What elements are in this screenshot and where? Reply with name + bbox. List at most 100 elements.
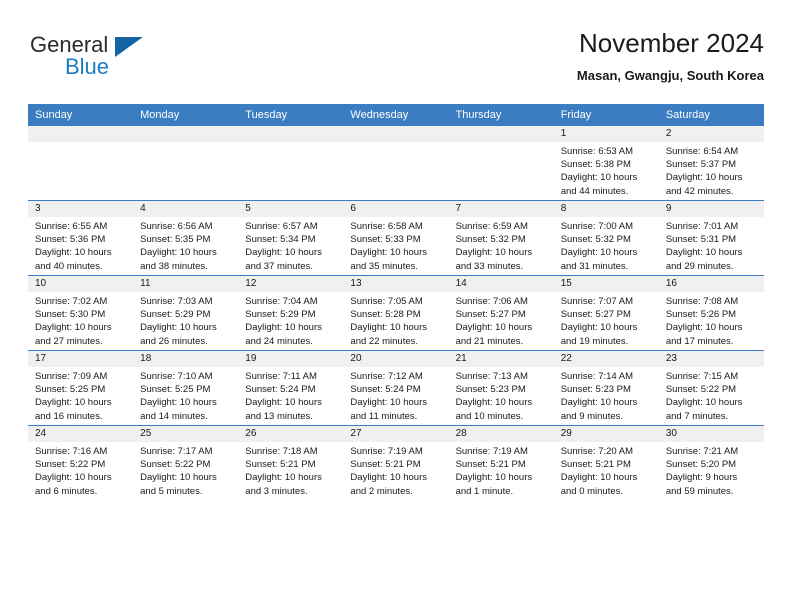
- day-details: Sunrise: 6:54 AM Sunset: 5:37 PM Daylight:…: [659, 142, 764, 198]
- daylight-text: and 40 minutes.: [35, 260, 103, 272]
- sunset-text: Sunset: 5:25 PM: [35, 384, 106, 396]
- daylight-text: Daylight: 10 hours: [560, 172, 638, 184]
- calendar-week-row: 17 Sunrise: 7:09 AM Sunset: 5:25 PM Dayligh…: [28, 350, 764, 426]
- sunset-text: Sunset: 5:27 PM: [560, 309, 631, 321]
- sunset-text: Sunset: 5:24 PM: [350, 384, 421, 396]
- day-number-band: 29: [553, 426, 659, 442]
- calendar-day-cell[interactable]: 30 Sunrise: 7:21 AM Sunset: 5:20 PM Dayligh…: [658, 425, 764, 500]
- calendar-day-cell[interactable]: 9 Sunrise: 7:01 AM Sunset: 5:31 PM Daylight…: [658, 200, 764, 276]
- calendar-day-cell[interactable]: 25 Sunrise: 7:17 AM Sunset: 5:22 PM Dayligh…: [133, 425, 239, 500]
- daylight-text: Daylight: 10 hours: [35, 247, 112, 259]
- day-details: Sunrise: 6:56 AM Sunset: 5:35 PM Daylight:…: [133, 217, 238, 273]
- day-number-band: 8: [553, 201, 659, 217]
- sunset-text: Sunset: 5:36 PM: [35, 234, 106, 246]
- day-number-band: 21: [448, 351, 554, 367]
- daylight-text: Daylight: 10 hours: [350, 472, 427, 484]
- calendar-day-cell[interactable]: 23 Sunrise: 7:15 AM Sunset: 5:22 PM Dayligh…: [658, 350, 764, 426]
- day-details: Sunrise: 7:10 AM Sunset: 5:25 PM Daylight:…: [133, 367, 238, 423]
- sunset-text: Sunset: 5:24 PM: [245, 384, 316, 396]
- calendar-day-cell[interactable]: 3 Sunrise: 6:55 AM Sunset: 5:36 PM Daylight…: [28, 200, 134, 276]
- daylight-text: and 35 minutes.: [350, 260, 419, 272]
- generalblue-logo[interactable]: General Blue: [30, 34, 200, 90]
- day-number-band: 10: [28, 276, 134, 292]
- calendar-day-cell[interactable]: 6 Sunrise: 6:58 AM Sunset: 5:33 PM Daylight…: [343, 200, 449, 276]
- sunset-text: Sunset: 5:23 PM: [560, 384, 631, 396]
- sunrise-text: Sunrise: 7:07 AM: [560, 296, 634, 307]
- weekday-header-wednesday: Wednesday: [343, 104, 449, 126]
- day-number-band: [238, 126, 344, 142]
- calendar-day-cell[interactable]: 15 Sunrise: 7:07 AM Sunset: 5:27 PM Dayligh…: [553, 275, 659, 351]
- daylight-text: and 6 minutes.: [35, 485, 98, 497]
- day-number: 25: [140, 428, 152, 439]
- daylight-text: and 17 minutes.: [665, 335, 734, 347]
- daylight-text: and 9 minutes.: [560, 410, 624, 422]
- calendar-day-cell[interactable]: 20 Sunrise: 7:12 AM Sunset: 5:24 PM Dayligh…: [343, 350, 449, 426]
- sunrise-text: Sunrise: 7:04 AM: [245, 296, 318, 307]
- calendar-day-cell[interactable]: 21 Sunrise: 7:13 AM Sunset: 5:23 PM Dayligh…: [448, 350, 554, 426]
- calendar-day-cell[interactable]: 4 Sunrise: 6:56 AM Sunset: 5:35 PM Daylight…: [133, 200, 239, 276]
- sunrise-text: Sunrise: 6:58 AM: [350, 221, 423, 232]
- sunrise-text: Sunrise: 6:59 AM: [455, 221, 528, 232]
- calendar-day-cell[interactable]: 8 Sunrise: 7:00 AM Sunset: 5:32 PM Daylight…: [553, 200, 659, 276]
- sunrise-text: Sunrise: 6:56 AM: [140, 221, 213, 232]
- day-number-band: 14: [448, 276, 554, 292]
- calendar-day-cell[interactable]: 14 Sunrise: 7:06 AM Sunset: 5:27 PM Dayligh…: [448, 275, 554, 351]
- daylight-text: and 11 minutes.: [350, 410, 418, 422]
- calendar-day-cell[interactable]: 27 Sunrise: 7:19 AM Sunset: 5:21 PM Dayligh…: [343, 425, 449, 500]
- sunset-text: Sunset: 5:33 PM: [350, 234, 421, 246]
- calendar-day-cell[interactable]: 19 Sunrise: 7:11 AM Sunset: 5:24 PM Dayligh…: [238, 350, 344, 426]
- day-number: 1: [560, 128, 567, 139]
- calendar-day-cell[interactable]: 28 Sunrise: 7:19 AM Sunset: 5:21 PM Dayligh…: [448, 425, 554, 500]
- sunset-text: Sunset: 5:32 PM: [455, 234, 526, 246]
- day-number: 21: [455, 353, 467, 364]
- sunrise-text: Sunrise: 7:18 AM: [245, 446, 318, 457]
- calendar-day-cell[interactable]: 26 Sunrise: 7:18 AM Sunset: 5:21 PM Dayligh…: [238, 425, 344, 500]
- location-subtitle: Masan, Gwangju, South Korea: [576, 68, 764, 83]
- calendar-day-cell[interactable]: 18 Sunrise: 7:10 AM Sunset: 5:25 PM Dayligh…: [133, 350, 239, 426]
- day-number: 24: [35, 428, 47, 439]
- calendar-week-row: 24 Sunrise: 7:16 AM Sunset: 5:22 PM Dayligh…: [28, 425, 764, 500]
- day-details: Sunrise: 7:05 AM Sunset: 5:28 PM Daylight:…: [343, 292, 448, 348]
- sunset-text: Sunset: 5:22 PM: [35, 459, 106, 471]
- calendar-day-cell[interactable]: 7 Sunrise: 6:59 AM Sunset: 5:32 PM Daylight…: [448, 200, 554, 276]
- day-number: 27: [350, 428, 362, 439]
- day-details: Sunrise: 7:06 AM Sunset: 5:27 PM Daylight:…: [449, 292, 554, 348]
- daylight-text: and 24 minutes.: [245, 335, 313, 347]
- calendar-day-cell[interactable]: 17 Sunrise: 7:09 AM Sunset: 5:25 PM Dayligh…: [28, 350, 134, 426]
- sunset-text: Sunset: 5:28 PM: [350, 309, 421, 321]
- calendar-day-cell[interactable]: 12 Sunrise: 7:04 AM Sunset: 5:29 PM Dayligh…: [238, 275, 344, 351]
- calendar-day-cell[interactable]: 1 Sunrise: 6:53 AM Sunset: 5:38 PM Daylight…: [553, 126, 659, 201]
- sunset-text: Sunset: 5:20 PM: [665, 459, 737, 471]
- calendar-day-cell[interactable]: 29 Sunrise: 7:20 AM Sunset: 5:21 PM Dayligh…: [553, 425, 659, 500]
- calendar-day-cell[interactable]: 22 Sunrise: 7:14 AM Sunset: 5:23 PM Dayligh…: [553, 350, 659, 426]
- day-details: Sunrise: 6:57 AM Sunset: 5:34 PM Daylight:…: [238, 217, 343, 273]
- daylight-text: and 59 minutes.: [665, 485, 734, 497]
- daylight-text: and 37 minutes.: [245, 260, 313, 272]
- calendar-day-cell[interactable]: 5 Sunrise: 6:57 AM Sunset: 5:34 PM Daylight…: [238, 200, 344, 276]
- day-number: 3: [35, 203, 41, 214]
- calendar-day-cell[interactable]: 11 Sunrise: 7:03 AM Sunset: 5:29 PM Dayligh…: [133, 275, 239, 351]
- day-number-band: 2: [658, 126, 764, 142]
- day-number: 2: [665, 128, 672, 139]
- calendar-day-cell[interactable]: 10 Sunrise: 7:02 AM Sunset: 5:30 PM Dayligh…: [28, 275, 134, 351]
- day-number: 19: [245, 353, 257, 364]
- daylight-text: and 21 minutes.: [455, 335, 524, 347]
- day-number-band: 13: [343, 276, 449, 292]
- day-number: 29: [560, 428, 572, 439]
- sunrise-text: Sunrise: 7:21 AM: [665, 446, 739, 457]
- calendar-day-cell[interactable]: 24 Sunrise: 7:16 AM Sunset: 5:22 PM Dayligh…: [28, 425, 134, 500]
- day-details: Sunrise: 7:00 AM Sunset: 5:32 PM Daylight:…: [554, 217, 659, 273]
- sunset-text: Sunset: 5:31 PM: [665, 234, 737, 246]
- day-number-band: [448, 126, 554, 142]
- day-number-band: 3: [28, 201, 134, 217]
- calendar-day-cell[interactable]: 13 Sunrise: 7:05 AM Sunset: 5:28 PM Dayligh…: [343, 275, 449, 351]
- sunset-text: Sunset: 5:22 PM: [140, 459, 211, 471]
- daylight-text: and 16 minutes.: [35, 410, 103, 422]
- sunrise-text: Sunrise: 7:12 AM: [350, 371, 423, 382]
- calendar-day-cell[interactable]: 16 Sunrise: 7:08 AM Sunset: 5:26 PM Dayligh…: [658, 275, 764, 351]
- calendar-day-cell[interactable]: 2 Sunrise: 6:54 AM Sunset: 5:37 PM Daylight…: [658, 126, 764, 201]
- sunrise-text: Sunrise: 7:14 AM: [560, 371, 634, 382]
- weekday-header-monday: Monday: [133, 104, 239, 126]
- daylight-text: Daylight: 10 hours: [140, 472, 217, 484]
- day-number: 6: [350, 203, 356, 214]
